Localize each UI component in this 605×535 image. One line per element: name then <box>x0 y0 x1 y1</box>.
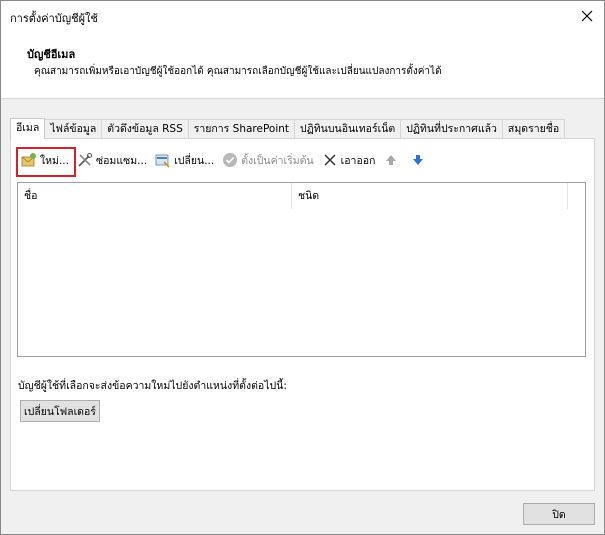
change-folder-button[interactable]: เปลี่ยนโฟลเดอร์ <box>20 400 100 422</box>
new-account-label: ใหม่... <box>40 154 69 167</box>
remove-label: เอาออก <box>340 154 376 167</box>
window-title: การตั้งค่าบัญชีผู้ใช้ <box>10 12 98 25</box>
change-button[interactable]: เปลี่ยน... <box>151 148 218 172</box>
header-band: บัญชีอีเมล คุณสามารถเพิ่มหรือเอาบัญชีผู้… <box>1 31 604 99</box>
set-default-button[interactable]: ตั้งเป็นค่าเริ่มต้น <box>218 148 317 172</box>
repair-tools-icon <box>77 152 93 168</box>
remove-button[interactable]: เอาออก <box>318 148 380 172</box>
close-button[interactable]: ปิด <box>523 503 595 525</box>
account-toolbar: ใหม่... ซ่อมแซม... เปลี่ยน... ตั้งเป็นค่… <box>17 148 433 172</box>
column-header-name[interactable]: ชื่อ <box>18 183 292 209</box>
arrow-up-icon <box>383 152 399 168</box>
tab-email[interactable]: อีเมล <box>10 118 46 139</box>
tab-sharepoint-lists[interactable]: รายการ SharePoint <box>187 119 296 139</box>
set-default-label: ตั้งเป็นค่าเริ่มต้น <box>241 154 314 167</box>
arrow-down-icon <box>410 152 426 168</box>
new-account-icon <box>21 152 37 168</box>
tab-address-books[interactable]: สมุดรายชื่อ <box>501 119 566 139</box>
close-icon[interactable] <box>575 4 599 28</box>
section-description: คุณสามารถเพิ่มหรือเอาบัญชีผู้ใช้ออกได้ ค… <box>34 66 442 77</box>
repair-button[interactable]: ซ่อมแซม... <box>73 148 151 172</box>
section-title: บัญชีอีเมล <box>27 48 76 61</box>
new-account-button[interactable]: ใหม่... <box>17 148 73 172</box>
tab-internet-calendars[interactable]: ปฏิทินบนอินเทอร์เน็ต <box>294 119 402 139</box>
account-settings-window: การตั้งค่าบัญชีผู้ใช้ บัญชีอีเมล คุณสามา… <box>0 0 605 535</box>
tab-rss-feeds[interactable]: ตัวดึงข้อมูล RSS <box>101 119 189 139</box>
checkmark-circle-icon <box>222 152 238 168</box>
delivery-location-label: บัญชีผู้ใช้ที่เลือกจะส่งข้อความใหม่ไปยัง… <box>18 380 287 392</box>
tab-data-files[interactable]: ไฟล์ข้อมูล <box>44 119 103 139</box>
email-tab-panel: ใหม่... ซ่อมแซม... เปลี่ยน... ตั้งเป็นค่… <box>10 138 595 491</box>
tab-published-calendars[interactable]: ปฏิทินที่ประกาศแล้ว <box>400 119 503 139</box>
repair-label: ซ่อมแซม... <box>95 154 148 167</box>
move-down-button[interactable] <box>406 148 433 172</box>
list-header: ชื่อ ชนิด <box>18 183 585 209</box>
title-bar: การตั้งค่าบัญชีผู้ใช้ <box>1 1 604 31</box>
change-account-icon <box>155 152 171 168</box>
column-header-type[interactable]: ชนิด <box>292 183 568 209</box>
change-label: เปลี่ยน... <box>174 154 215 167</box>
remove-x-icon <box>322 152 338 168</box>
tab-strip: อีเมล ไฟล์ข้อมูล ตัวดึงข้อมูล RSS รายการ… <box>10 118 566 139</box>
move-up-button[interactable] <box>379 148 406 172</box>
account-list[interactable]: ชื่อ ชนิด <box>17 182 586 357</box>
